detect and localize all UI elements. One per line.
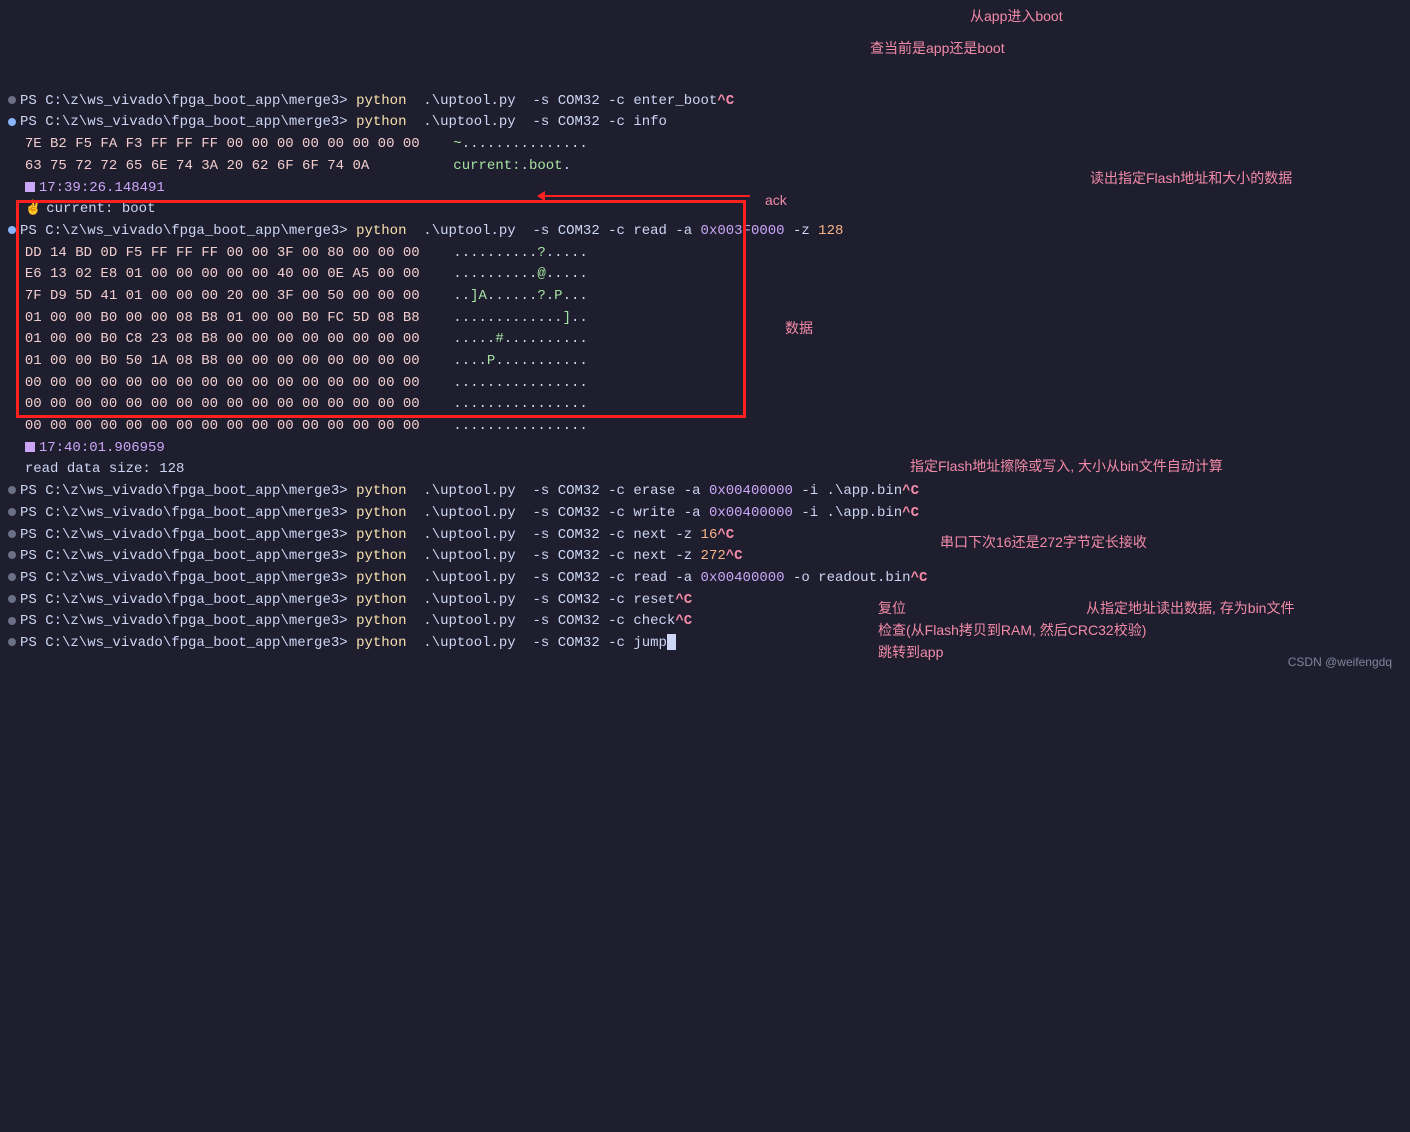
hex-row: 7F D9 5D 41 01 00 00 00 20 00 3F 00 50 0… [25, 288, 420, 304]
cursor[interactable] [667, 634, 676, 650]
annotation-info: 查当前是app还是boot [870, 38, 1005, 60]
hex-row: 00 00 00 00 00 00 00 00 00 00 00 00 00 0… [25, 418, 420, 434]
annotation-next: 串口下次16还是272字节定长接收 [940, 532, 1147, 554]
prompt: PS C:\z\ws_vivado\fpga_boot_app\merge3> [20, 592, 356, 608]
bullet-icon [8, 226, 16, 234]
prompt: PS C:\z\ws_vivado\fpga_boot_app\merge3> [20, 505, 356, 521]
python-cmd: python [356, 483, 406, 499]
python-cmd: python [356, 114, 406, 130]
annotation-jump: 跳转到app [878, 642, 943, 664]
ctrl-c: ^C [675, 592, 692, 608]
python-cmd: python [356, 548, 406, 564]
prompt: PS C:\z\ws_vivado\fpga_boot_app\merge3> [20, 635, 356, 651]
prompt: PS C:\z\ws_vivado\fpga_boot_app\merge3> [20, 223, 356, 239]
ctrl-c: ^C [717, 527, 734, 543]
ctrl-c: ^C [675, 613, 692, 629]
bullet-icon [8, 530, 16, 538]
bullet-icon [8, 486, 16, 494]
hex-row: 7E B2 F5 FA F3 FF FF FF 00 00 00 00 00 0… [25, 136, 420, 152]
python-cmd: python [356, 613, 406, 629]
ctrl-c: ^C [902, 483, 919, 499]
annotation-reset: 复位 [878, 598, 906, 620]
prompt: PS C:\z\ws_vivado\fpga_boot_app\merge3> [20, 114, 356, 130]
bullet-icon [8, 617, 16, 625]
bullet-icon [8, 551, 16, 559]
hex-row: DD 14 BD 0D F5 FF FF FF 00 00 3F 00 80 0… [25, 245, 420, 261]
prompt: PS C:\z\ws_vivado\fpga_boot_app\merge3> [20, 527, 356, 543]
ctrl-c: ^C [726, 548, 743, 564]
square-icon [25, 182, 35, 192]
python-cmd: python [356, 592, 406, 608]
annotation-check: 检查(从Flash拷贝到RAM, 然后CRC32校验) [878, 620, 1146, 642]
victory-icon: ✌ [25, 201, 42, 217]
annotation-data: 数据 [785, 318, 813, 340]
python-cmd: python [356, 635, 406, 651]
annotation-read: 读出指定Flash地址和大小的数据 [1090, 168, 1292, 190]
hex-row: 00 00 00 00 00 00 00 00 00 00 00 00 00 0… [25, 375, 420, 391]
hex-row: 00 00 00 00 00 00 00 00 00 00 00 00 00 0… [25, 396, 420, 412]
ack-arrow [540, 195, 750, 197]
annotation-ack: ack [765, 190, 787, 212]
hex-row: 01 00 00 B0 00 00 08 B8 01 00 00 B0 FC 5… [25, 310, 420, 326]
prompt: PS C:\z\ws_vivado\fpga_boot_app\merge3> [20, 548, 356, 564]
ctrl-c: ^C [717, 93, 734, 109]
ctrl-c: ^C [911, 570, 928, 586]
hex-row: 63 75 72 72 65 6E 74 3A 20 62 6F 6F 74 0… [25, 158, 369, 174]
python-cmd: python [356, 570, 406, 586]
bullet-icon [8, 96, 16, 104]
python-cmd: python [356, 223, 406, 239]
square-icon [25, 442, 35, 452]
timestamp: 17:40:01.906959 [39, 440, 165, 456]
prompt: PS C:\z\ws_vivado\fpga_boot_app\merge3> [20, 93, 356, 109]
python-cmd: python [356, 93, 406, 109]
bullet-icon [8, 595, 16, 603]
hex-row: 01 00 00 B0 C8 23 08 B8 00 00 00 00 00 0… [25, 331, 420, 347]
timestamp: 17:39:26.148491 [39, 180, 165, 196]
bullet-icon [8, 118, 16, 126]
prompt: PS C:\z\ws_vivado\fpga_boot_app\merge3> [20, 483, 356, 499]
bullet-icon [8, 508, 16, 516]
annotation-enter-boot: 从app进入boot [970, 6, 1063, 28]
python-cmd: python [356, 527, 406, 543]
bullet-icon [8, 573, 16, 581]
prompt: PS C:\z\ws_vivado\fpga_boot_app\merge3> [20, 570, 356, 586]
annotation-erase: 指定Flash地址擦除或写入, 大小从bin文件自动计算 [910, 456, 1223, 478]
prompt: PS C:\z\ws_vivado\fpga_boot_app\merge3> [20, 613, 356, 629]
read-size: read data size: 128 [25, 461, 185, 477]
watermark: CSDN @weifengdq [1288, 653, 1392, 672]
bullet-icon [8, 638, 16, 646]
hex-row: E6 13 02 E8 01 00 00 00 00 00 40 00 0E A… [25, 266, 420, 282]
python-cmd: python [356, 505, 406, 521]
ctrl-c: ^C [902, 505, 919, 521]
hex-row: 01 00 00 B0 50 1A 08 B8 00 00 00 00 00 0… [25, 353, 420, 369]
annotation-readout: 从指定地址读出数据, 存为bin文件 [1086, 598, 1294, 620]
